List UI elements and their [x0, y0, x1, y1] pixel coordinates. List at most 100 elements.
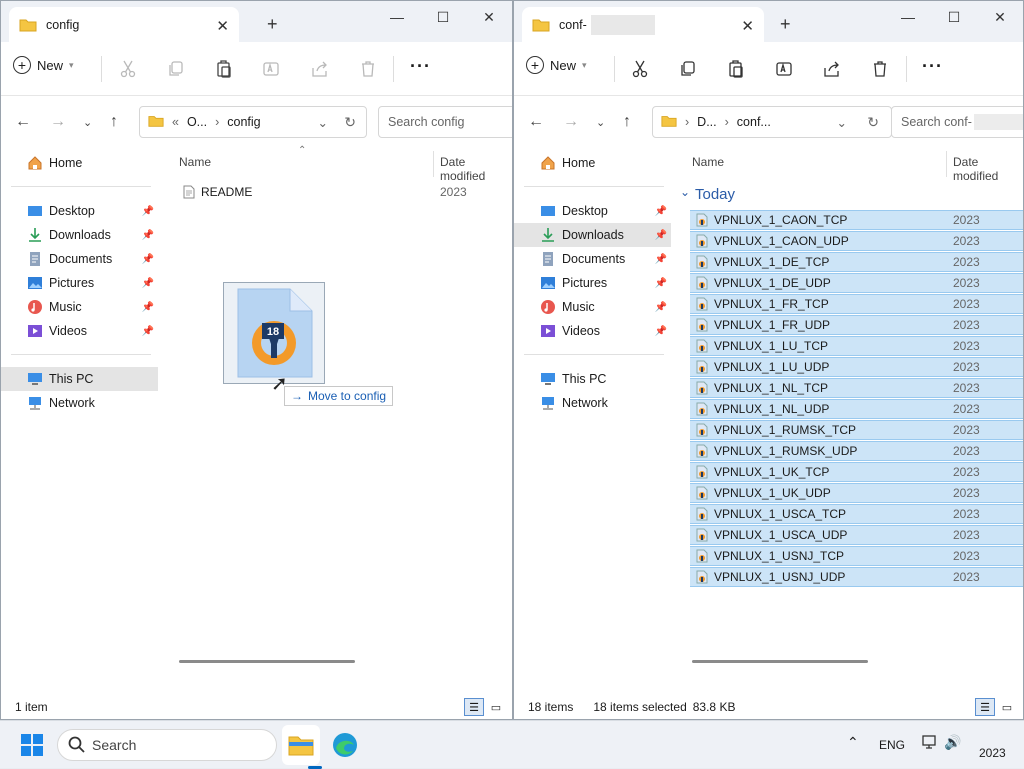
table-row[interactable]: VPNLUX_1_DE_TCP2023: [690, 252, 1023, 272]
sidebar-item-music[interactable]: Music 📌: [514, 295, 671, 319]
sidebar-item-videos[interactable]: Videos 📌: [1, 319, 158, 343]
table-row[interactable]: VPNLUX_1_USCA_UDP2023: [690, 525, 1023, 545]
add-tab-icon[interactable]: +: [267, 14, 278, 35]
column-divider[interactable]: [433, 151, 434, 177]
table-row[interactable]: VPNLUX_1_CAON_TCP2023: [690, 210, 1023, 230]
table-row[interactable]: VPNLUX_1_FR_TCP2023: [690, 294, 1023, 314]
sidebar-item-desktop[interactable]: Desktop 📌: [514, 199, 671, 223]
sidebar-item-music[interactable]: Music 📌: [1, 295, 158, 319]
sidebar-item-network[interactable]: Network: [514, 391, 671, 415]
search-box[interactable]: Search config: [378, 106, 513, 138]
sidebar-item-this-pc[interactable]: This PC: [514, 367, 671, 391]
column-header-date[interactable]: Date modified: [440, 155, 512, 183]
column-divider[interactable]: [946, 151, 947, 177]
sidebar-item-documents[interactable]: Documents 📌: [514, 247, 671, 271]
pin-icon[interactable]: 📌: [655, 254, 667, 265]
table-row[interactable]: VPNLUX_1_CAON_UDP2023: [690, 231, 1023, 251]
breadcrumb-segment[interactable]: conf...: [737, 115, 771, 129]
column-header-name[interactable]: Name: [179, 155, 211, 169]
edge-browser-icon[interactable]: [332, 732, 358, 761]
address-bar[interactable]: « O... › config ⌄ ↻: [139, 106, 367, 138]
address-overflow[interactable]: «: [172, 115, 179, 129]
pin-icon[interactable]: 📌: [142, 254, 154, 265]
input-language[interactable]: ENG: [879, 738, 905, 752]
network-tray-icon[interactable]: [921, 734, 939, 755]
file-explorer-taskbar-icon[interactable]: [282, 725, 320, 765]
address-bar[interactable]: › D... › conf... ⌄ ↻: [652, 106, 892, 138]
table-row[interactable]: VPNLUX_1_FR_UDP2023: [690, 315, 1023, 335]
forward-arrow-icon[interactable]: →: [563, 113, 579, 131]
close-window-icon[interactable]: ✕: [466, 1, 512, 33]
volume-icon[interactable]: 🔊: [944, 734, 961, 751]
add-tab-icon[interactable]: +: [780, 14, 791, 35]
new-button[interactable]: + New ▾: [13, 56, 74, 74]
back-arrow-icon[interactable]: ←: [15, 113, 31, 131]
sidebar-item-desktop[interactable]: Desktop 📌: [1, 199, 158, 223]
address-dropdown-icon[interactable]: ⌄: [318, 115, 328, 130]
horizontal-scrollbar[interactable]: [692, 660, 868, 663]
close-tab-icon[interactable]: ✕: [216, 17, 229, 35]
taskbar-search[interactable]: Search: [57, 729, 277, 761]
sidebar-item-home[interactable]: Home: [1, 151, 158, 175]
tab-config[interactable]: config ✕: [9, 7, 239, 42]
sidebar-item-videos[interactable]: Videos 📌: [514, 319, 671, 343]
pin-icon[interactable]: 📌: [142, 278, 154, 289]
table-row[interactable]: VPNLUX_1_UK_TCP2023: [690, 462, 1023, 482]
rename-icon[interactable]: [261, 59, 281, 79]
search-box[interactable]: Search conf-: [891, 106, 1024, 138]
address-dropdown-icon[interactable]: ⌄: [837, 115, 847, 130]
sidebar-item-pictures[interactable]: Pictures 📌: [514, 271, 671, 295]
clock[interactable]: 2023: [979, 746, 1006, 760]
table-row[interactable]: VPNLUX_1_USNJ_UDP2023: [690, 567, 1023, 587]
sidebar-item-downloads[interactable]: Downloads 📌: [514, 223, 671, 247]
share-icon[interactable]: [310, 59, 330, 79]
table-row[interactable]: README 2023: [177, 182, 512, 202]
recent-locations-chevron-icon[interactable]: ⌄: [83, 116, 92, 129]
pin-icon[interactable]: 📌: [142, 302, 154, 313]
windows-start-icon[interactable]: [21, 734, 43, 759]
minimize-icon[interactable]: —: [374, 1, 420, 33]
chevron-up-icon[interactable]: ⌃: [847, 734, 859, 751]
tab-conf[interactable]: conf- ✕: [522, 7, 764, 42]
minimize-icon[interactable]: —: [885, 1, 931, 33]
rename-icon[interactable]: [774, 59, 794, 79]
sidebar-item-pictures[interactable]: Pictures 📌: [1, 271, 158, 295]
sidebar-item-documents[interactable]: Documents 📌: [1, 247, 158, 271]
table-row[interactable]: VPNLUX_1_NL_UDP2023: [690, 399, 1023, 419]
pin-icon[interactable]: 📌: [142, 206, 154, 217]
recent-locations-chevron-icon[interactable]: ⌄: [596, 116, 605, 129]
table-row[interactable]: VPNLUX_1_NL_TCP2023: [690, 378, 1023, 398]
paste-icon[interactable]: [726, 59, 746, 79]
table-row[interactable]: VPNLUX_1_RUMSK_UDP2023: [690, 441, 1023, 461]
new-button[interactable]: + New ▾: [526, 56, 587, 74]
table-row[interactable]: VPNLUX_1_USNJ_TCP2023: [690, 546, 1023, 566]
refresh-icon[interactable]: ↻: [344, 114, 356, 131]
tiles-view-icon[interactable]: ▭: [486, 698, 506, 716]
more-options-icon[interactable]: ···: [922, 56, 943, 77]
maximize-icon[interactable]: ☐: [420, 1, 466, 33]
forward-arrow-icon[interactable]: →: [50, 113, 66, 131]
pin-icon[interactable]: 📌: [655, 302, 667, 313]
up-arrow-icon[interactable]: ↑: [623, 113, 631, 131]
share-icon[interactable]: [822, 59, 842, 79]
pin-icon[interactable]: 📌: [655, 230, 667, 241]
delete-icon[interactable]: [870, 59, 890, 79]
table-row[interactable]: VPNLUX_1_LU_TCP2023: [690, 336, 1023, 356]
more-options-icon[interactable]: ···: [410, 56, 431, 77]
delete-icon[interactable]: [358, 59, 378, 79]
details-view-icon[interactable]: ☰: [464, 698, 484, 716]
copy-icon[interactable]: [678, 59, 698, 79]
column-header-name[interactable]: Name: [692, 155, 724, 169]
sidebar-item-downloads[interactable]: Downloads 📌: [1, 223, 158, 247]
maximize-icon[interactable]: ☐: [931, 1, 977, 33]
paste-icon[interactable]: [214, 59, 234, 79]
cut-icon[interactable]: [630, 59, 650, 79]
pin-icon[interactable]: 📌: [655, 278, 667, 289]
tiles-view-icon[interactable]: ▭: [997, 698, 1017, 716]
table-row[interactable]: VPNLUX_1_LU_UDP2023: [690, 357, 1023, 377]
breadcrumb-segment[interactable]: O...: [187, 115, 207, 129]
pin-icon[interactable]: 📌: [142, 326, 154, 337]
table-row[interactable]: VPNLUX_1_RUMSK_TCP2023: [690, 420, 1023, 440]
pin-icon[interactable]: 📌: [655, 206, 667, 217]
group-header-today[interactable]: Today: [695, 186, 735, 203]
